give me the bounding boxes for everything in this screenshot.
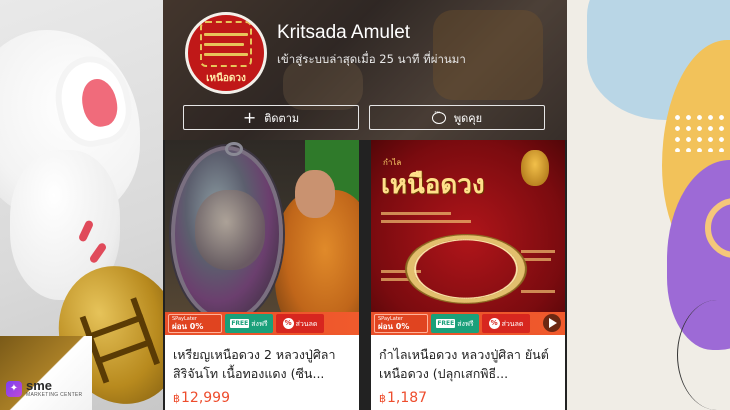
sme-logo-icon: ✦ — [6, 381, 22, 397]
spaylater-badge: SPayLater ผ่อน 0% — [374, 314, 428, 333]
video-play-icon[interactable] — [543, 314, 561, 332]
chat-button[interactable]: พูดคุย — [369, 105, 545, 130]
product-image[interactable]: SPayLater ผ่อน 0% FREE ส่งฟรี % ส่วนลด — [165, 140, 359, 335]
free-shipping-badge: FREE ส่งฟรี — [431, 314, 479, 333]
shop-last-active: เข้าสู่ระบบล่าสุดเมื่อ 25 นาที ที่ผ่านมา — [277, 52, 466, 66]
image-caption-big: เหนือดวง — [381, 170, 485, 200]
left-decoration-panel: ✦ sme MARKETING CENTER — [0, 0, 163, 410]
promo-badges: SPayLater ผ่อน 0% FREE ส่งฟรี % ส่วนลด — [165, 312, 359, 335]
emblem-icon — [521, 150, 549, 186]
discount-badge: % ส่วนลด — [276, 314, 324, 333]
follow-label: ติดตาม — [264, 111, 300, 125]
avatar-label: เหนือดวง — [206, 73, 246, 84]
product-price: ฿12,999 — [173, 390, 230, 406]
product-card[interactable]: กำไล เหนือดวง SPayLater ผ่อน 0% FREE ส่ง… — [371, 140, 565, 410]
product-title[interactable]: กำไลเหนือดวง หลวงปู่ศิลา ยันต์เหนือดวง (… — [379, 345, 559, 383]
spaylater-badge: SPayLater ผ่อน 0% — [168, 314, 222, 333]
follow-button[interactable]: + ติดตาม — [183, 105, 359, 130]
page-curl-decoration — [0, 336, 92, 410]
dot-pattern — [672, 112, 730, 152]
percent-icon: % — [488, 318, 500, 329]
medal-image — [171, 142, 283, 322]
shop-avatar[interactable]: เหนือดวง — [185, 12, 267, 94]
right-decoration-panel — [567, 0, 730, 410]
plus-icon: + — [242, 107, 257, 127]
discount-badge: % ส่วนลด — [482, 314, 530, 333]
sme-logo: ✦ sme MARKETING CENTER — [6, 378, 83, 398]
percent-icon: % — [282, 318, 294, 329]
free-shipping-badge: FREE ส่งฟรี — [225, 314, 273, 333]
product-price: ฿1,187 — [379, 390, 428, 406]
shop-name[interactable]: Kritsada Amulet — [277, 22, 410, 44]
promo-badges: SPayLater ผ่อน 0% FREE ส่งฟรี % ส่วนลด — [371, 312, 565, 335]
product-title[interactable]: เหรียญเหนือดวง 2 หลวงปู่ศิลา สิริจันโท เ… — [173, 345, 353, 383]
chat-icon — [431, 108, 446, 124]
sme-logo-subtext: MARKETING CENTER — [26, 392, 83, 398]
product-image[interactable]: กำไล เหนือดวง SPayLater ผ่อน 0% FREE ส่ง… — [371, 140, 565, 335]
sme-logo-text: sme — [26, 378, 53, 393]
chat-label: พูดคุย — [453, 111, 483, 125]
product-card[interactable]: SPayLater ผ่อน 0% FREE ส่งฟรี % ส่วนลด เ… — [165, 140, 359, 410]
shop-screen: เหนือดวง Kritsada Amulet เข้าสู่ระบบล่าส… — [163, 0, 567, 410]
bangle-image — [390, 225, 542, 313]
